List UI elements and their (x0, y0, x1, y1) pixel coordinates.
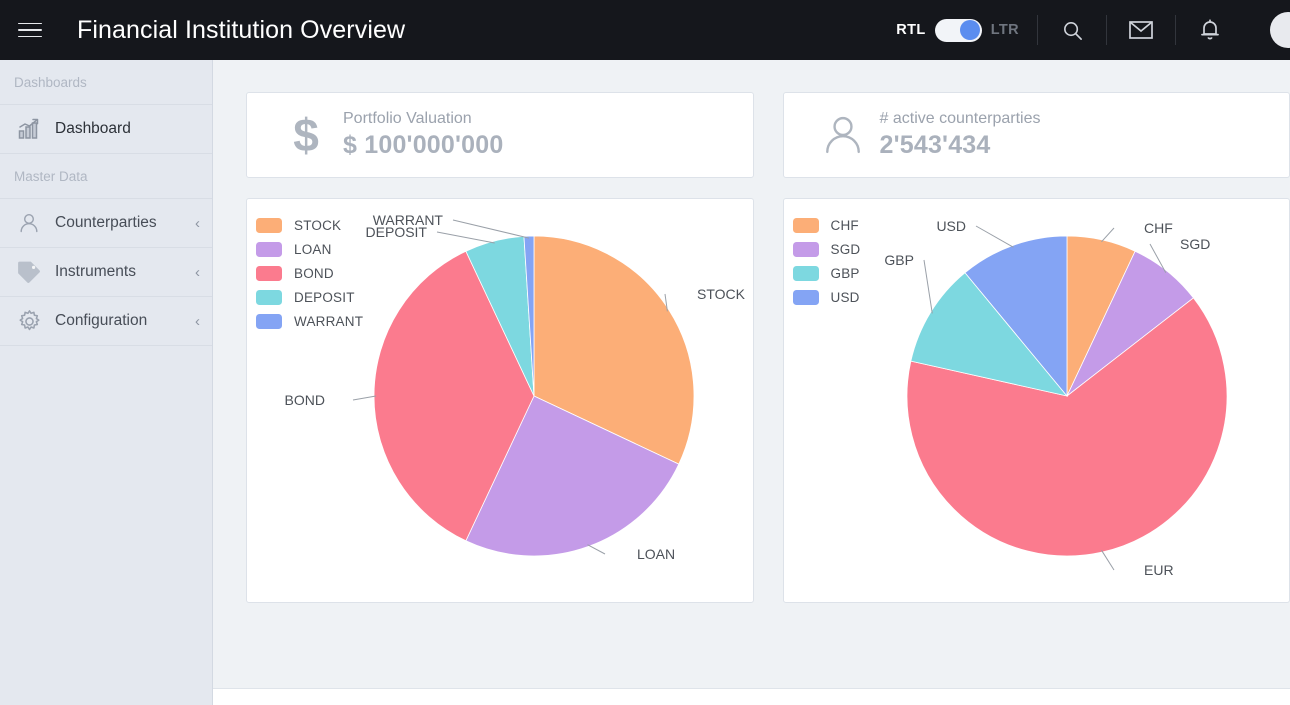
sidebar-section-master-data: Master Data (0, 154, 212, 199)
pie-leader-line (587, 544, 606, 555)
pie-label-sgd: SGD (1180, 236, 1210, 252)
main-content: $ Portfolio Valuation $ 100'000'000 # ac… (213, 60, 1290, 688)
chart-panel-instrument-types: STOCK LOAN BOND DEPOSIT WARRANT STOCK LOAN BON… (246, 198, 754, 603)
sidebar-item-counterparties[interactable]: Counterparties ‹ (0, 199, 212, 248)
kpi-value: $ 100'000'000 (343, 130, 504, 159)
chevron-left-icon[interactable]: ‹ (195, 314, 200, 329)
kpi-caption: Portfolio Valuation (343, 109, 472, 127)
avatar-image (1270, 12, 1290, 48)
pie-label-loan: LOAN (637, 546, 675, 562)
bell-icon[interactable] (1176, 0, 1244, 60)
pie-chart-instrument-types[interactable]: STOCKLOANBONDDEPOSITWARRANT (247, 199, 754, 603)
kpi-text: Portfolio Valuation $ 100'000'000 (343, 109, 503, 162)
kpi-caption: # active counterparties (879, 109, 1041, 127)
chevron-left-icon[interactable]: ‹ (195, 216, 200, 231)
kpi-row: $ Portfolio Valuation $ 100'000'000 # ac… (213, 60, 1290, 178)
sidebar-section-dashboards: Dashboards (0, 60, 212, 105)
pie-leader-line (436, 231, 495, 244)
toggle-knob (960, 20, 981, 40)
pie-leader-line (975, 225, 1014, 248)
app-root: Financial Institution Overview RTL LTR D… (0, 0, 1290, 705)
sidebar-item-label: Dashboard (55, 120, 131, 137)
pie-label-eur: EUR (1144, 562, 1174, 578)
pie-leader-line (1100, 549, 1114, 571)
pie-label-bond: BOND (285, 392, 325, 408)
top-header: Financial Institution Overview RTL LTR (0, 0, 1290, 60)
charts-row: STOCK LOAN BOND DEPOSIT WARRANT STOCK LOAN BON… (213, 178, 1290, 603)
sidebar-item-dashboard[interactable]: Dashboard (0, 105, 212, 154)
kpi-value: 2'543'434 (879, 130, 991, 159)
page-title: Financial Institution Overview (77, 15, 406, 44)
avatar[interactable] (1244, 0, 1290, 60)
sidebar-item-label: Counterparties (55, 214, 157, 231)
header-actions: RTL LTR (886, 0, 1290, 60)
mail-icon[interactable] (1107, 0, 1175, 60)
chart-panel-currencies: CHF SGD GBP USD CHF SGD EUR GBP USD (782, 198, 1290, 603)
direction-toggle-switch[interactable] (934, 18, 982, 42)
pie-label-stock: STOCK (697, 286, 746, 302)
rtl-label: RTL (896, 22, 926, 38)
kpi-text: # active counterparties 2'543'434 (880, 109, 1041, 162)
tag-icon (13, 257, 45, 287)
pie-leader-line (1100, 227, 1114, 243)
pie-label-gbp: GBP (884, 252, 914, 268)
person-icon (13, 208, 45, 238)
pie-label-warrant: WARRANT (373, 212, 444, 228)
dollar-sign-icon: $ (275, 112, 337, 158)
search-icon[interactable] (1038, 0, 1106, 60)
gear-icon (13, 306, 45, 336)
sidebar: Dashboards Dashboard Master Data Counter… (0, 60, 213, 705)
hamburger-icon[interactable] (0, 0, 60, 60)
pie-label-usd: USD (936, 218, 966, 234)
pie-leader-line (352, 395, 377, 401)
ltr-label: LTR (990, 22, 1019, 38)
dollar-glyph: $ (293, 109, 319, 161)
bar-chart-growth-icon (13, 114, 45, 144)
sidebar-item-configuration[interactable]: Configuration ‹ (0, 297, 212, 346)
pie-label-chf: CHF (1144, 220, 1173, 236)
kpi-card-portfolio-valuation: $ Portfolio Valuation $ 100'000'000 (246, 92, 754, 178)
footer-strip (213, 688, 1290, 705)
sidebar-item-instruments[interactable]: Instruments ‹ (0, 248, 212, 297)
sidebar-item-label: Configuration (55, 312, 148, 329)
pie-leader-line (923, 259, 933, 314)
pie-leader-line (452, 219, 530, 239)
chevron-left-icon[interactable]: ‹ (195, 265, 200, 280)
pie-chart-currencies[interactable]: CHF SGD EUR GBP USD (784, 199, 1290, 603)
direction-toggle[interactable]: RTL LTR (886, 18, 1037, 42)
kpi-card-active-counterparties: # active counterparties 2'543'434 (782, 92, 1290, 178)
sidebar-item-label: Instruments (55, 263, 136, 280)
person-icon (812, 112, 874, 158)
